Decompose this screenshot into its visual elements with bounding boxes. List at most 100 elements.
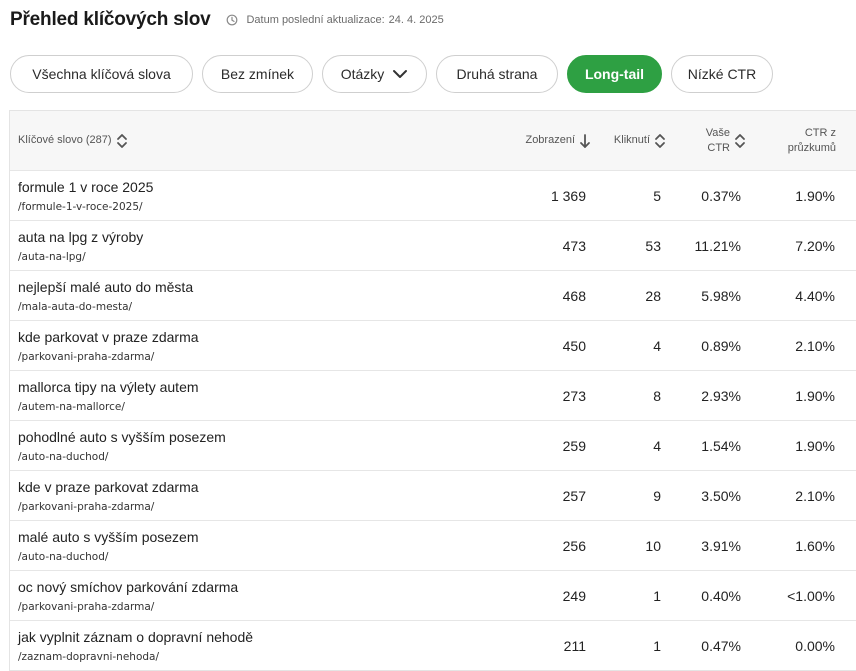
column-header-survey-ctr-line1: CTR z [804, 126, 836, 139]
clock-icon [227, 14, 238, 26]
column-header-your-ctr[interactable]: Vaše CTR [706, 111, 746, 170]
clicks-value: 53 [645, 237, 661, 254]
ctr-value: 3.50% [701, 487, 741, 504]
clicks-value: 8 [653, 387, 661, 404]
impressions-value: 468 [562, 287, 586, 304]
filter-long-tail[interactable]: Long-tail [567, 55, 662, 93]
filter-bar: Všechna klíčová slova Bez zmínek Otázky … [10, 55, 782, 93]
keyword-url[interactable]: /formule-1-v-roce-2025/ [18, 200, 153, 214]
keyword-url[interactable]: /auto-na-duchod/ [18, 450, 226, 464]
column-header-your-ctr-line2: CTR [707, 141, 730, 154]
keyword-cell: kde v praze parkovat zdarma /parkovani-p… [18, 479, 199, 514]
sort-updown-icon [735, 133, 745, 148]
filter-long-tail-label: Long-tail [584, 66, 645, 82]
ctr-value: 1.54% [701, 437, 741, 454]
keyword-text: kde v praze parkovat zdarma [18, 479, 199, 495]
impressions-value: 211 [563, 637, 586, 654]
keyword-text: mallorca tipy na výlety autem [18, 379, 199, 395]
table-row[interactable]: pohodlné auto s vyšším posezem /auto-na-… [10, 421, 856, 471]
table-row[interactable]: nejlepší malé auto do města /mala-auta-d… [10, 271, 856, 321]
keyword-url[interactable]: /auto-na-duchod/ [18, 550, 199, 564]
sort-updown-icon [116, 133, 127, 148]
ctr-value: 3.91% [701, 537, 741, 554]
column-header-impressions[interactable]: Zobrazení [525, 111, 591, 170]
keyword-text: kde parkovat v praze zdarma [18, 329, 199, 345]
table-row[interactable]: formule 1 v roce 2025 /formule-1-v-roce-… [10, 171, 856, 221]
table-row[interactable]: kde v praze parkovat zdarma /parkovani-p… [10, 471, 856, 521]
clicks-value: 4 [653, 437, 661, 454]
survey-ctr-value: 0.00% [795, 637, 835, 654]
column-header-survey-ctr-label: CTR z průzkumů [788, 126, 836, 156]
column-header-impressions-label: Zobrazení [525, 134, 575, 146]
column-header-keyword[interactable]: Klíčové slovo (287) [18, 111, 128, 170]
keyword-cell: malé auto s vyšším posezem /auto-na-duch… [18, 529, 199, 564]
survey-ctr-value: 4.40% [795, 287, 835, 304]
survey-ctr-value: <1.00% [787, 587, 835, 604]
keyword-cell: formule 1 v roce 2025 /formule-1-v-roce-… [18, 179, 153, 214]
filter-low-ctr[interactable]: Nízké CTR [671, 55, 773, 93]
keyword-url[interactable]: /zaznam-dopravni-nehoda/ [18, 650, 253, 664]
keyword-text: pohodlné auto s vyšším posezem [18, 429, 226, 445]
sort-updown-icon [655, 133, 665, 148]
keyword-url[interactable]: /parkovani-praha-zdarma/ [18, 500, 199, 514]
page-title: Přehled klíčových slov [10, 9, 211, 30]
keyword-cell: nejlepší malé auto do města /mala-auta-d… [18, 279, 193, 314]
clicks-value: 5 [653, 187, 661, 204]
impressions-value: 450 [562, 337, 586, 354]
keyword-text: auta na lpg z výroby [18, 229, 144, 245]
keyword-text: malé auto s vyšším posezem [18, 529, 199, 545]
keyword-url[interactable]: /parkovani-praha-zdarma/ [18, 600, 238, 614]
filter-low-ctr-label: Nízké CTR [687, 66, 757, 82]
keyword-url[interactable]: /auta-na-lpg/ [18, 250, 143, 264]
column-header-keyword-label: Klíčové slovo (287) [18, 134, 112, 146]
column-header-clicks-label: Kliknutí [613, 134, 650, 146]
keyword-url[interactable]: /parkovani-praha-zdarma/ [18, 350, 199, 364]
chevron-down-icon [392, 69, 408, 79]
table-row[interactable]: oc nový smíchov parkování zdarma /parkov… [10, 571, 856, 621]
clicks-value: 4 [653, 337, 661, 354]
filter-all-keywords[interactable]: Všechna klíčová slova [10, 55, 193, 93]
survey-ctr-value: 1.90% [795, 437, 835, 454]
table-row[interactable]: jak vyplnit záznam o dopravní nehodě /za… [10, 621, 856, 670]
keywords-table: Klíčové slovo (287) Zobrazení Kliknutí V… [9, 110, 856, 671]
last-updated-date: 24. 4. 2025 [388, 14, 444, 26]
column-header-your-ctr-label: Vaše CTR [706, 126, 730, 156]
ctr-value: 2.93% [701, 387, 741, 404]
filter-questions-label: Otázky [340, 66, 385, 82]
keyword-text: jak vyplnit záznam o dopravní nehodě [18, 629, 254, 645]
survey-ctr-value: 1.90% [795, 387, 835, 404]
impressions-value: 1 369 [550, 187, 586, 204]
filter-questions-dropdown[interactable]: Otázky [322, 55, 427, 93]
survey-ctr-value: 2.10% [795, 487, 835, 504]
impressions-value: 249 [562, 587, 586, 604]
table-row[interactable]: auta na lpg z výroby /auta-na-lpg/ 473 5… [10, 221, 856, 271]
table-row[interactable]: malé auto s vyšším posezem /auto-na-duch… [10, 521, 856, 571]
survey-ctr-value: 2.10% [795, 337, 835, 354]
keyword-url[interactable]: /mala-auta-do-mesta/ [18, 300, 193, 314]
table-row[interactable]: kde parkovat v praze zdarma /parkovani-p… [10, 321, 856, 371]
column-header-survey-ctr-line2: průzkumů [787, 141, 836, 154]
impressions-value: 257 [562, 487, 586, 504]
table-row[interactable]: mallorca tipy na výlety autem /autem-na-… [10, 371, 856, 421]
filter-second-page[interactable]: Druhá strana [436, 55, 558, 93]
last-updated: Datum poslední aktualizace: 24. 4. 2025 [226, 14, 444, 26]
keyword-cell: jak vyplnit záznam o dopravní nehodě /za… [18, 629, 253, 664]
last-updated-label: Datum poslední aktualizace: [246, 14, 385, 26]
keyword-cell: mallorca tipy na výlety autem /autem-na-… [18, 379, 199, 414]
keyword-url[interactable]: /autem-na-mallorce/ [18, 400, 199, 414]
keyword-cell: auta na lpg z výroby /auta-na-lpg/ [18, 229, 143, 264]
impressions-value: 273 [562, 387, 586, 404]
keyword-cell: pohodlné auto s vyšším posezem /auto-na-… [18, 429, 226, 464]
column-header-clicks[interactable]: Kliknutí [614, 111, 666, 170]
clicks-value: 1 [653, 637, 661, 654]
survey-ctr-value: 7.20% [795, 237, 835, 254]
page-header: Přehled klíčových slov Datum poslední ak… [10, 6, 444, 34]
ctr-value: 0.37% [701, 187, 741, 204]
ctr-value: 5.98% [701, 287, 741, 304]
keyword-cell: oc nový smíchov parkování zdarma /parkov… [18, 579, 238, 614]
keyword-cell: kde parkovat v praze zdarma /parkovani-p… [18, 329, 199, 364]
keyword-text: formule 1 v roce 2025 [18, 179, 154, 195]
filter-no-mentions[interactable]: Bez zmínek [202, 55, 313, 93]
filter-all-keywords-label: Všechna klíčová slova [32, 66, 171, 82]
column-header-survey-ctr[interactable]: CTR z průzkumů [788, 111, 836, 170]
